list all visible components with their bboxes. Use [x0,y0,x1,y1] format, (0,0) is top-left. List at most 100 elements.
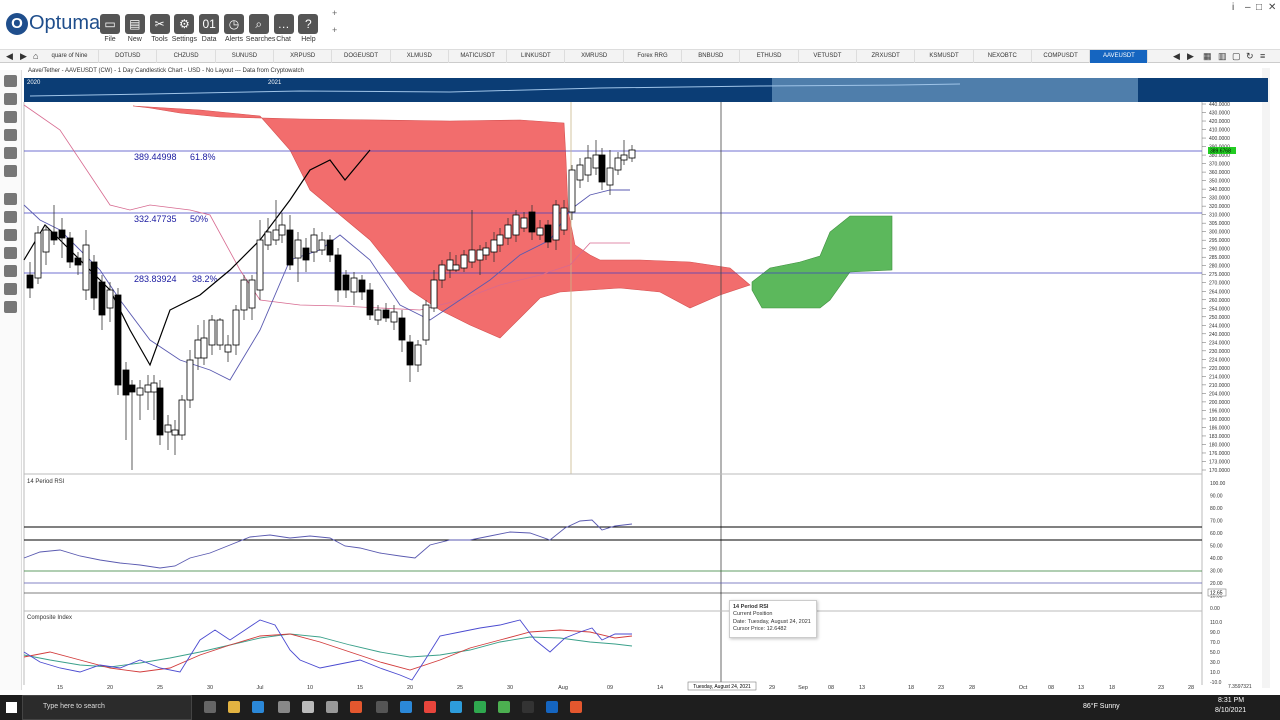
price-axis-label: 440.0000 [1209,102,1230,108]
chart-canvas[interactable]: 2020 2021389.44998 61.8%332.47735 50%283.83… [0,0,1280,695]
tab-nexobtc[interactable]: NEXOBTC [974,50,1032,63]
camtasia-icon[interactable] [474,701,486,713]
add-icon-2[interactable]: + [332,25,337,35]
tab-ksmusdt[interactable]: KSMUSDT [916,50,974,63]
optuma-logo-mark: O [6,12,28,35]
candle-bullish [264,231,272,246]
cloud-icon[interactable] [326,701,338,713]
snip-icon[interactable] [570,701,582,713]
save-icon[interactable] [4,111,17,123]
maximize-icon[interactable]: □ [1256,2,1262,13]
info-icon[interactable]: i [1232,2,1234,13]
recorder-icon[interactable] [498,701,510,713]
calculator-icon[interactable] [376,701,388,713]
price-axis-label: 210.0000 [1209,383,1230,389]
tabs-scroll-left-icon[interactable]: ◀ [1173,50,1180,63]
tab-dogeusdt[interactable]: DOGEUSDT [333,50,391,63]
optuma-taskbar-icon[interactable] [546,701,558,713]
taskbar-search[interactable]: Type here to search [22,695,192,720]
tab-quare-of-nine[interactable]: quare of Nine [41,50,99,63]
tabs-scroll-right-icon[interactable]: ▶ [1187,50,1194,63]
close-icon[interactable]: ✕ [1268,2,1276,13]
new-chart-icon[interactable] [4,75,17,87]
windows-start-icon[interactable] [6,702,17,713]
rsi-axis-label: 40.00 [1210,556,1223,562]
lock-icon[interactable] [4,229,17,241]
tab-xmrusd[interactable]: XMRUSD [566,50,624,63]
price-axis-label: 275.0000 [1209,272,1230,278]
price-axis-label: 285.0000 [1209,255,1230,261]
grid-layout-icon[interactable]: ▦ [1203,50,1212,63]
tab-maticusdt[interactable]: MATICUSDT [449,50,508,63]
settings-button[interactable]: ⚙ Settings [171,14,197,43]
stamp-icon[interactable] [4,265,17,277]
tab-xlmusd[interactable]: XLMUSD [391,50,449,63]
draw-tool-icon[interactable] [4,193,17,205]
searches-button[interactable]: ⌕ Searches [246,14,275,43]
chrome-icon[interactable] [424,701,436,713]
crosshair-icon[interactable] [4,211,17,223]
tab-compusdt[interactable]: COMPUSDT [1032,50,1091,63]
back-arrow-icon[interactable]: ◀ [6,50,13,63]
toolbar-button-label: New [127,36,142,43]
mail-icon[interactable] [400,701,412,713]
candle-bullish [614,157,622,171]
alerts-button[interactable]: ◷ Alerts [221,14,247,43]
chat-button[interactable]: … Chat [271,14,297,43]
brave-icon[interactable] [350,701,362,713]
fib-percent-label: 50% [190,214,208,224]
tab-ethusd[interactable]: ETHUSD [741,50,799,63]
candle-bullish [310,234,318,253]
store-icon[interactable] [252,701,264,713]
help-button[interactable]: ? Help [295,14,321,43]
data-button[interactable]: 01 Data [196,14,222,43]
window-icon[interactable]: ▢ [1232,50,1241,63]
split-view-icon[interactable]: ▥ [1218,50,1227,63]
composite-slow-average [23,633,633,668]
rsi-line [23,519,633,569]
composite-axis-label: 30.0 [1210,660,1220,666]
properties-icon[interactable] [4,283,17,295]
cursor-tooltip: 14 Period RSI Current Position Date: Tue… [729,600,817,638]
date-axis-label: Sep [798,685,808,691]
price-axis-label: 420.0000 [1209,119,1230,125]
tab-sunusd[interactable]: SUNUSD [216,50,274,63]
maps-icon[interactable] [302,701,314,713]
undo-icon[interactable] [4,147,17,159]
camera-icon[interactable] [278,701,290,713]
candle-bearish [406,341,414,366]
new-button[interactable]: ▤ New [122,14,148,43]
task-view-icon[interactable] [204,701,216,713]
open-icon[interactable] [4,93,17,105]
right-scrollbar[interactable] [1262,68,1270,688]
forward-arrow-icon[interactable]: ▶ [20,50,27,63]
date-axis-label: 13 [1078,685,1084,691]
tab-vetusdt[interactable]: VETUSDT [799,50,857,63]
tab-linkusdt[interactable]: LINKUSDT [507,50,566,63]
file-button[interactable]: ▭ File [97,14,123,43]
tab-dotusd[interactable]: DOTUSD [99,50,158,63]
print-icon[interactable] [4,129,17,141]
list-icon[interactable]: ≡ [1260,50,1265,63]
tab-forex-rrg[interactable]: Forex RRG [624,50,682,63]
redo-icon[interactable] [4,165,17,177]
grid-icon[interactable] [4,247,17,259]
tab-chzusd[interactable]: CHZUSD [158,50,216,63]
edge-icon[interactable] [450,701,462,713]
home-icon[interactable]: ⌂ [33,50,38,63]
minimize-icon[interactable]: – [1245,2,1251,13]
date-axis-label: Jul [256,685,263,691]
file-explorer-icon[interactable] [228,701,240,713]
stocks-icon[interactable] [522,701,534,713]
refresh-icon[interactable]: ↻ [1246,50,1254,63]
tab-zrxusdt[interactable]: ZRXUSDT [857,50,916,63]
tab-xrpusd[interactable]: XRPUSD [274,50,333,63]
add-icon[interactable]: + [332,8,337,18]
tab-bnbusd[interactable]: BNBUSD [682,50,741,63]
composite-axis-label: 70.0 [1210,640,1220,646]
tab-aaveusdt[interactable]: AAVEUSDT [1090,50,1149,63]
tools-button[interactable]: ✂ Tools [147,14,173,43]
layout-icon[interactable] [4,301,17,313]
chikou-span-line [23,149,371,367]
timeline-visible-range [772,78,1138,102]
